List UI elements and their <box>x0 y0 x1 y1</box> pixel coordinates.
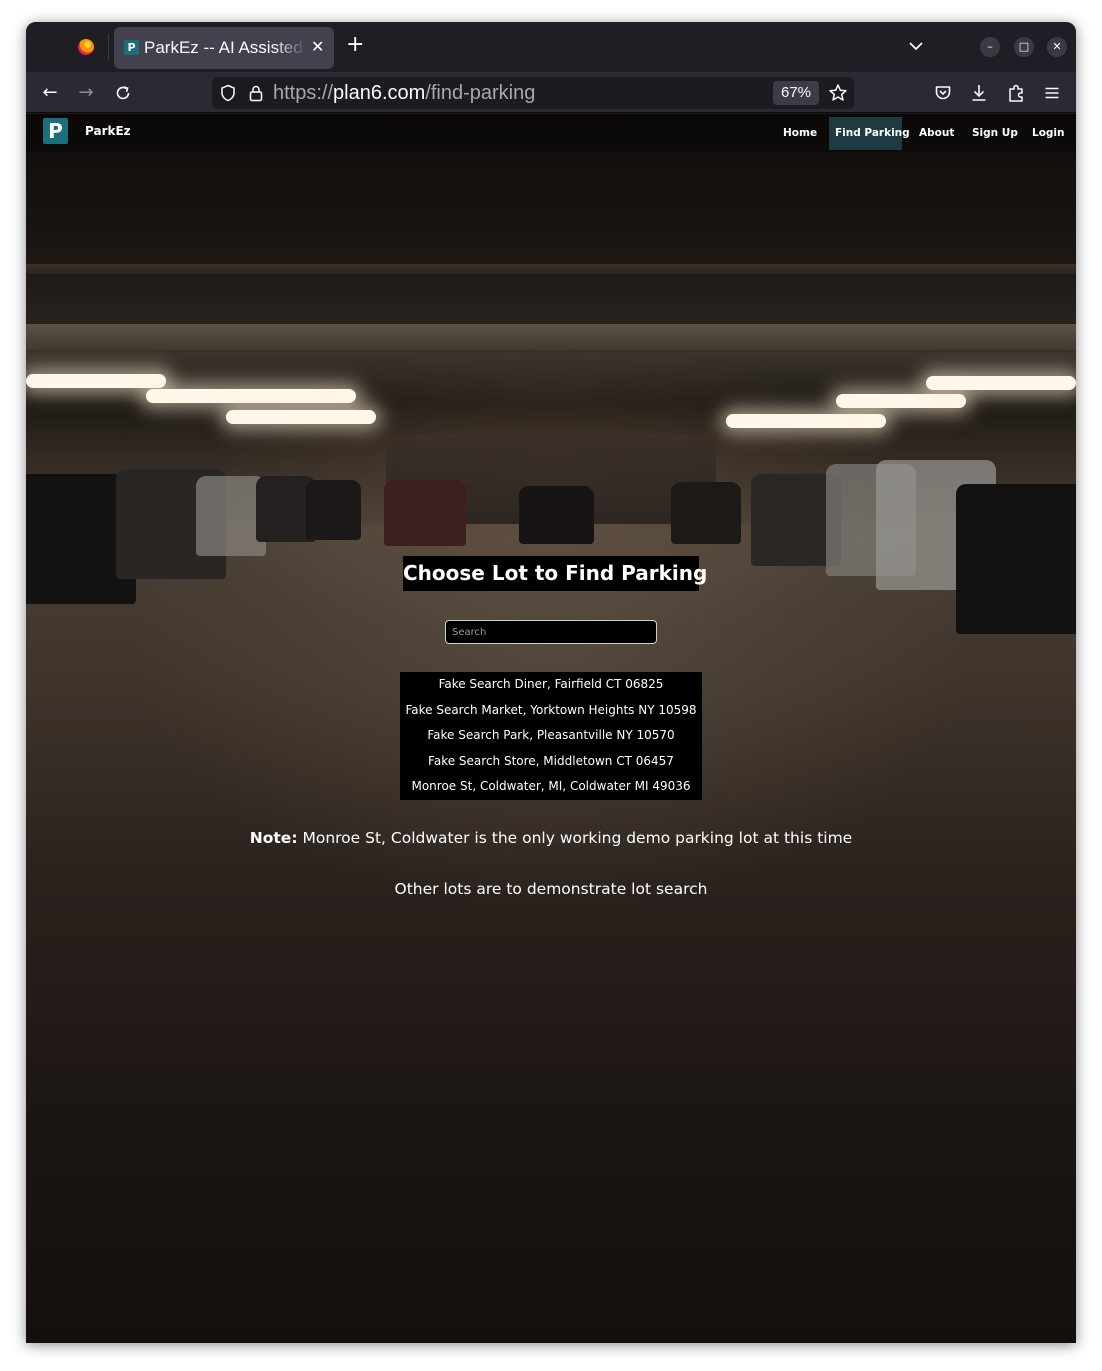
navigation-toolbar: ← → https://plan6.com/find-parking 67% <box>26 72 1076 113</box>
shield-icon[interactable] <box>220 84 236 102</box>
forward-arrow-icon[interactable]: → <box>73 80 99 106</box>
ceiling-light <box>836 394 966 408</box>
lot-list-item[interactable]: Monroe St, Coldwater, MI, Coldwater MI 4… <box>400 774 702 799</box>
hamburger-menu-icon[interactable] <box>1043 84 1061 102</box>
tab-close-icon[interactable]: ✕ <box>311 37 324 56</box>
new-tab-icon[interactable]: + <box>346 34 364 56</box>
ceiling-light <box>26 374 166 388</box>
ceiling-light <box>226 410 376 424</box>
url-scheme: https:// <box>273 82 334 104</box>
note-text: Monroe St, Coldwater is the only working… <box>297 829 853 847</box>
tab-separator <box>108 34 109 60</box>
url-bar[interactable]: https://plan6.com/find-parking 67% <box>212 77 854 109</box>
search-input[interactable] <box>445 620 657 644</box>
brand-name[interactable]: ParkEz <box>85 124 131 138</box>
url-host: plan6.com <box>333 82 426 104</box>
nav-about[interactable]: About <box>913 117 960 150</box>
garage-floor <box>26 524 1076 1343</box>
nav-sign-up[interactable]: Sign Up <box>966 117 1024 150</box>
minimize-window-icon[interactable]: – <box>980 37 1000 57</box>
puzzle-icon[interactable] <box>1007 83 1025 103</box>
ceiling-beam <box>26 264 1076 274</box>
close-window-icon[interactable]: ✕ <box>1047 37 1067 57</box>
lock-icon[interactable] <box>248 84 264 102</box>
web-page: P ParkEz Home Find Parking About Sign Up… <box>26 114 1076 1343</box>
lot-list-item[interactable]: Fake Search Park, Pleasantville NY 10570 <box>400 723 702 748</box>
demo-note: Note: Monroe St, Coldwater is the only w… <box>26 829 1076 847</box>
lot-results-list: Fake Search Diner, Fairfield CT 06825 Fa… <box>400 672 702 800</box>
page-title: Choose Lot to Find Parking <box>403 556 707 591</box>
browser-window: P ParkEz -- AI Assisted Parking ✕ + – □ … <box>26 22 1076 1343</box>
note-label: Note: <box>249 829 298 847</box>
nav-login[interactable]: Login <box>1026 117 1071 150</box>
tab-favicon-icon: P <box>124 40 139 55</box>
ceiling-beam <box>26 324 1076 350</box>
ceiling-light <box>926 376 1076 390</box>
pocket-icon[interactable] <box>934 84 952 102</box>
maximize-window-icon[interactable]: □ <box>1014 37 1034 57</box>
lot-list-item[interactable]: Fake Search Diner, Fairfield CT 06825 <box>400 672 702 697</box>
parked-car <box>519 486 594 544</box>
site-navbar: P ParkEz Home Find Parking About Sign Up… <box>26 114 1076 152</box>
ceiling-light <box>726 414 886 428</box>
parked-car <box>956 484 1076 634</box>
lot-search-note: Other lots are to demonstrate lot search <box>394 880 708 898</box>
firefox-logo-icon[interactable] <box>78 39 94 55</box>
tab-title: ParkEz -- AI Assisted Parking <box>144 38 306 57</box>
tab-list-chevron-down-icon[interactable] <box>906 36 926 56</box>
parkez-logo[interactable]: P <box>43 118 68 144</box>
parked-car <box>671 482 741 544</box>
nav-home[interactable]: Home <box>777 117 823 150</box>
url-text[interactable]: https://plan6.com/find-parking <box>273 82 535 105</box>
parked-car <box>384 480 466 546</box>
url-path: /find-parking <box>425 82 536 104</box>
download-icon[interactable] <box>970 83 988 103</box>
tab-strip: P ParkEz -- AI Assisted Parking ✕ + – □ … <box>26 22 1076 72</box>
star-icon[interactable] <box>828 83 848 103</box>
lot-list-item[interactable]: Fake Search Store, Middletown CT 06457 <box>400 749 702 774</box>
active-tab[interactable]: P ParkEz -- AI Assisted Parking ✕ <box>114 27 334 69</box>
back-arrow-icon[interactable]: ← <box>37 80 63 106</box>
zoom-level-button[interactable]: 67% <box>773 81 819 105</box>
nav-find-parking[interactable]: Find Parking <box>829 117 910 150</box>
lot-list-item[interactable]: Fake Search Market, Yorktown Heights NY … <box>400 698 702 723</box>
parked-car <box>306 480 361 540</box>
reload-icon[interactable] <box>114 84 132 102</box>
ceiling-light <box>146 389 356 403</box>
